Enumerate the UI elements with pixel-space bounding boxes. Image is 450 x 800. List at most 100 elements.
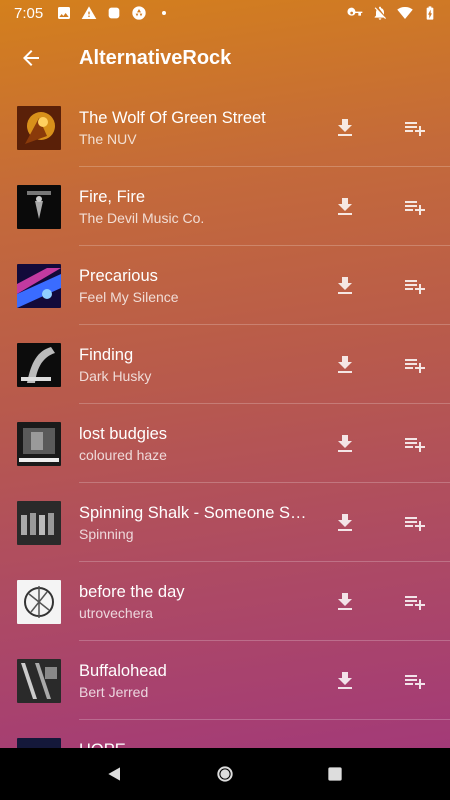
add-to-playlist-button[interactable] xyxy=(395,345,435,385)
track-row[interactable]: Precarious Feel My Silence xyxy=(0,246,450,325)
track-title: The Wolf Of Green Street xyxy=(79,109,266,127)
download-button[interactable] xyxy=(325,661,365,701)
add-to-playlist-button[interactable] xyxy=(395,266,435,306)
nav-home-button[interactable] xyxy=(201,750,249,798)
track-text: lost budgies coloured haze xyxy=(79,423,311,465)
track-artist: Spinning xyxy=(79,526,134,542)
track-text: Precarious Feel My Silence xyxy=(79,265,311,307)
album-art xyxy=(17,500,61,545)
playlist-add-icon xyxy=(405,121,425,136)
screen: 7:05 AlternativeRock The Wolf Of Green S… xyxy=(0,0,450,748)
add-to-playlist-button[interactable] xyxy=(395,582,435,622)
download-icon xyxy=(338,592,352,610)
add-to-playlist-button[interactable] xyxy=(395,740,435,749)
app-bar: AlternativeRock xyxy=(0,30,450,86)
warning-icon xyxy=(81,5,97,21)
status-time: 7:05 xyxy=(14,4,44,22)
download-button[interactable] xyxy=(325,108,365,148)
track-row[interactable]: lost budgies coloured haze xyxy=(0,404,450,483)
add-to-playlist-button[interactable] xyxy=(395,108,435,148)
status-right xyxy=(347,5,438,21)
track-artist: Feel My Silence xyxy=(79,289,179,305)
track-title: Spinning Shalk - Someone Spinning xyxy=(79,504,311,522)
download-icon xyxy=(338,671,352,689)
playlist-add-icon xyxy=(405,200,425,215)
album-art xyxy=(17,421,61,466)
download-button[interactable] xyxy=(325,345,365,385)
track-row[interactable]: The Wolf Of Green Street The NUV xyxy=(0,88,450,167)
download-button[interactable] xyxy=(325,187,365,227)
dot-icon xyxy=(156,5,172,21)
track-title: lost budgies xyxy=(79,425,168,443)
back-button[interactable] xyxy=(0,30,62,86)
recents-square-icon xyxy=(328,767,342,781)
download-button[interactable] xyxy=(325,424,365,464)
track-title: Precarious xyxy=(79,267,158,285)
track-artist: utrovechera xyxy=(79,605,153,621)
nav-back-button[interactable] xyxy=(91,750,139,798)
album-art xyxy=(17,579,61,624)
download-icon xyxy=(338,513,352,531)
download-icon xyxy=(338,355,352,373)
track-artist: The NUV xyxy=(79,131,137,147)
track-title: Buffalohead xyxy=(79,662,167,680)
track-text: before the day utrovechera xyxy=(79,581,311,623)
album-art xyxy=(17,263,61,308)
track-artist: coloured haze xyxy=(79,447,167,463)
system-nav-bar xyxy=(0,748,450,800)
download-icon xyxy=(338,434,352,452)
aperture-icon xyxy=(131,5,147,21)
status-left: 7:05 xyxy=(14,5,172,22)
playlist-add-icon xyxy=(405,516,425,531)
download-button[interactable] xyxy=(325,266,365,306)
album-art xyxy=(17,342,61,387)
download-button[interactable] xyxy=(325,740,365,749)
album-art xyxy=(17,184,61,229)
wifi-icon xyxy=(397,5,413,21)
download-button[interactable] xyxy=(325,503,365,543)
track-text: Buffalohead Bert Jerred xyxy=(79,660,311,702)
add-to-playlist-button[interactable] xyxy=(395,503,435,543)
track-list: The Wolf Of Green Street The NUV Fire, F… xyxy=(0,88,450,748)
track-row[interactable]: Finding Dark Husky xyxy=(0,325,450,404)
home-circle-icon xyxy=(217,766,233,782)
track-text: Fire, Fire The Devil Music Co. xyxy=(79,186,311,228)
album-art xyxy=(17,658,61,703)
track-row[interactable]: Spinning Shalk - Someone Spinning Spinni… xyxy=(0,483,450,562)
battery-charging-icon xyxy=(422,5,438,21)
album-art xyxy=(17,737,61,748)
download-icon xyxy=(338,118,352,136)
track-row[interactable]: Fire, Fire The Devil Music Co. xyxy=(0,167,450,246)
track-text: Spinning Shalk - Someone Spinning Spinni… xyxy=(79,502,311,544)
page-title: AlternativeRock xyxy=(79,46,232,69)
track-artist: The Devil Music Co. xyxy=(79,210,205,226)
album-art xyxy=(17,105,61,150)
download-button[interactable] xyxy=(325,582,365,622)
playlist-add-icon xyxy=(405,358,425,373)
track-row[interactable]: before the day utrovechera xyxy=(0,562,450,641)
track-artist: Bert Jerred xyxy=(79,684,149,700)
playlist-add-icon xyxy=(405,674,425,689)
track-title: HOPE xyxy=(79,739,311,748)
playlist-add-icon xyxy=(405,437,425,452)
app-icon xyxy=(106,5,122,21)
track-title: Finding xyxy=(79,346,134,364)
track-artist: Dark Husky xyxy=(79,368,152,384)
playlist-add-icon xyxy=(405,279,425,294)
track-row[interactable]: HOPE xyxy=(0,720,450,748)
status-bar: 7:05 xyxy=(0,0,450,26)
vpn-key-icon xyxy=(347,5,363,21)
add-to-playlist-button[interactable] xyxy=(395,424,435,464)
track-row[interactable]: Buffalohead Bert Jerred xyxy=(0,641,450,720)
playlist-add-icon xyxy=(405,595,425,610)
nav-recents-button[interactable] xyxy=(311,750,359,798)
back-triangle-icon xyxy=(108,767,120,781)
track-text: Finding Dark Husky xyxy=(79,344,311,386)
track-text: The Wolf Of Green Street The NUV xyxy=(79,107,311,149)
track-title: Fire, Fire xyxy=(79,188,145,206)
bell-off-icon xyxy=(372,5,388,21)
arrow-back-icon xyxy=(23,50,39,66)
track-text: HOPE xyxy=(79,739,311,748)
add-to-playlist-button[interactable] xyxy=(395,187,435,227)
add-to-playlist-button[interactable] xyxy=(395,661,435,701)
